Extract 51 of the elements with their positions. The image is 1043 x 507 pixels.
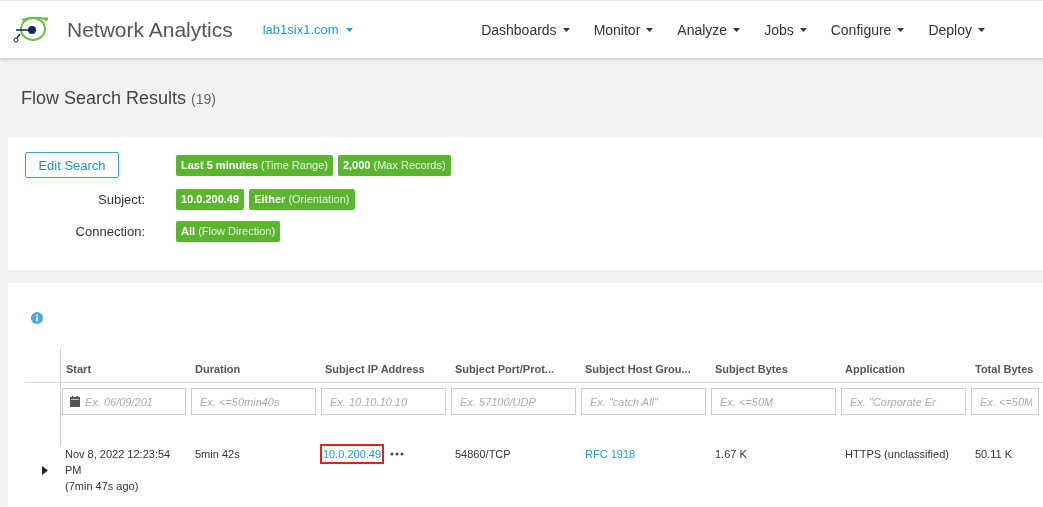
column-header[interactable]: Duration [190, 349, 320, 383]
caret-icon [897, 27, 905, 32]
column-header[interactable]: Subject IP Address [320, 349, 450, 383]
filter-tag: 10.0.200.49 [176, 189, 245, 210]
caret-icon [345, 27, 353, 32]
column-header[interactable]: Subject Bytes [710, 349, 840, 383]
nav-menu[interactable]: Analyze [677, 21, 741, 38]
nav-menu[interactable]: Dashboards [481, 21, 570, 38]
filter-label: Connection: [75, 224, 146, 239]
product-name: Network Analytics [67, 17, 233, 42]
table-cell: 5min 42s [195, 448, 240, 460]
relative-time: (7min 47s ago) [65, 480, 139, 492]
table-cell: 1.67 K [715, 448, 747, 460]
filter-tag: All (Flow Direction) [176, 221, 281, 242]
nav-menu[interactable]: Deploy [928, 21, 985, 38]
filter-field[interactable]: Ex. <=50M [711, 388, 836, 415]
filter-field[interactable]: Ex. "catch All" [581, 388, 706, 415]
nav-menu[interactable]: Configure [830, 21, 905, 38]
column-header[interactable]: Subject Host Grou... [580, 349, 710, 383]
column-header[interactable]: Start [60, 349, 190, 383]
filter-tag: Either (Orientation) [249, 189, 355, 210]
filter-tag: 2,000 (Max Records) [337, 155, 451, 176]
info-icon[interactable] [31, 312, 43, 324]
filter-tag: Last 5 minutes (Time Range) [176, 155, 333, 176]
expand-toggle[interactable] [41, 465, 48, 475]
caret-icon [733, 27, 741, 32]
table-cell: 54860/TCP [455, 448, 511, 460]
table-cell: 50.11 K [975, 448, 1013, 460]
filter-field[interactable]: Ex. 10.10.10.10 [321, 388, 446, 415]
caret-icon [562, 27, 570, 32]
edit-search-button[interactable]: Edit Search [25, 152, 119, 178]
caret-icon [799, 27, 807, 32]
filter-label: Subject: [98, 192, 146, 207]
calendar-icon [70, 396, 80, 407]
result-count: (19) [191, 91, 216, 107]
filter-field[interactable]: Ex. "Corporate Er [841, 388, 966, 415]
filter-field[interactable]: Ex. 06/09/201 [62, 388, 186, 415]
caret-icon [646, 27, 654, 32]
more-icon[interactable] [390, 452, 405, 456]
column-header[interactable]: Subject Port/Prot... [450, 349, 580, 383]
filter-field[interactable]: Ex. <=50min40s [191, 388, 316, 415]
table-cell: HTTPS (unclassified) [845, 448, 949, 460]
nav-menu[interactable]: Jobs [764, 21, 807, 38]
page-title: Flow Search Results [21, 88, 187, 109]
logo-icon [12, 14, 50, 45]
column-header[interactable]: Total Bytes [970, 349, 1043, 383]
column-header[interactable]: Application [840, 349, 970, 383]
filter-field[interactable]: Ex. 57100/UDP [451, 388, 576, 415]
nav-menu[interactable]: Monitor [593, 21, 654, 38]
caret-icon [978, 27, 985, 32]
table-cell: Nov 8, 2022 12:23:54 PM [65, 448, 171, 476]
